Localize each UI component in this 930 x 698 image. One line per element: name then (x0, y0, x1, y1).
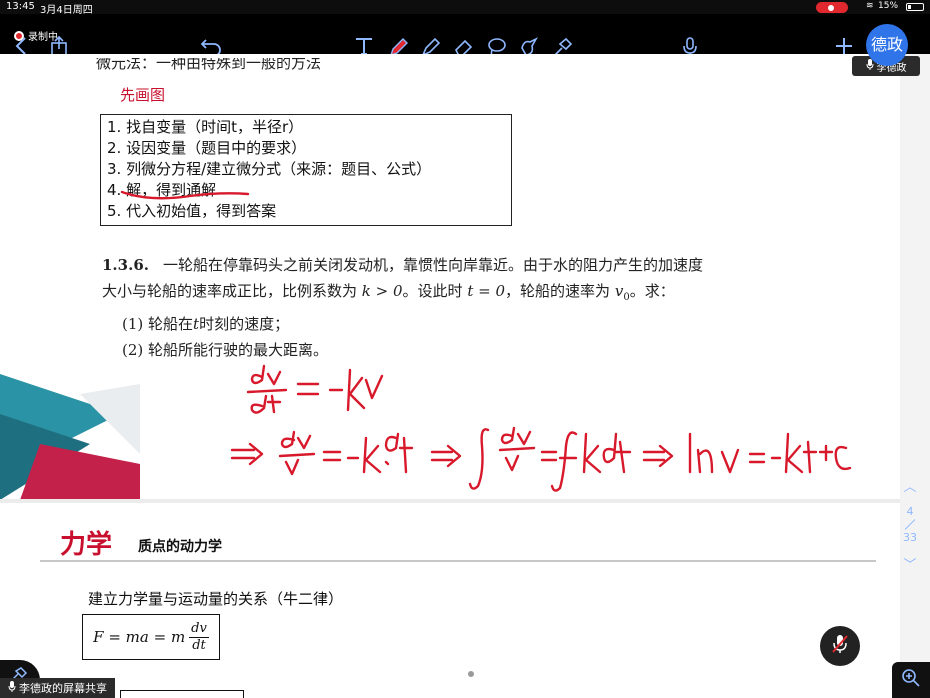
problem-number: 1.3.6. (102, 256, 149, 274)
newton-formula-box: F = ma = m dv dt (82, 614, 220, 660)
annotation-toolbar: 录制中 (0, 14, 930, 57)
total-pages: 33 (903, 531, 917, 544)
problem-line-2: 大小与轮船的速率成正比，比例系数为 k > 0。设此时 t = 0，轮船的速率为… (102, 278, 822, 311)
question-text: (1) 轮船在 (122, 315, 194, 333)
status-bar: 13:45 3月4日周四 ≋ 15% (0, 0, 930, 16)
question-text: 时刻的速度； (199, 315, 290, 333)
section-text: 建立力学量与运动量的关系（牛二律） (88, 590, 344, 608)
wifi-icon: ≋ (866, 1, 874, 11)
scroll-indicator (468, 671, 474, 677)
mic-off-icon (832, 634, 848, 658)
presenter-avatar[interactable]: 德政 (866, 24, 908, 66)
problem-line-1: 1.3.6. 一轮船在停靠码头之前关闭发动机，靠惯性向岸靠近。由于水的阻力产生的加… (102, 252, 822, 278)
problem-text: 。设此时 (402, 282, 463, 300)
formula-fraction: dv dt (189, 621, 209, 654)
t-expression: t = 0 (467, 282, 506, 300)
text-tool-icon[interactable] (354, 36, 374, 56)
add-page-icon[interactable] (834, 36, 854, 56)
section-divider (40, 560, 876, 562)
step-item: 5. 代入初始值，得到答案 (107, 202, 277, 220)
problem-text: 大小与轮船的速率成正比，比例系数为 (102, 282, 358, 300)
share-icon[interactable] (50, 36, 68, 56)
chevron-up-icon[interactable]: ︿ (898, 476, 922, 495)
step-item: 1. 找自变量（时间t，半径r） (107, 118, 304, 136)
mic-small-icon (866, 59, 874, 73)
section-title: 力学 (60, 530, 113, 560)
current-page: 4 (906, 505, 914, 518)
back-icon[interactable] (14, 36, 30, 56)
battery-icon (906, 3, 924, 11)
mute-button[interactable] (820, 626, 860, 666)
formula-numerator: dv (189, 620, 209, 638)
zoom-in-icon (901, 668, 921, 692)
formula-left: F = ma = m (93, 628, 186, 646)
undo-icon[interactable] (200, 36, 222, 56)
method-heading: 微元法：一种由特殊到一般的方法 (96, 54, 322, 72)
step-item: 2. 设因变量（题目中的要求） (107, 139, 307, 157)
section-subtitle: 质点的动力学 (138, 539, 222, 555)
clock: 13:45 (6, 1, 35, 12)
k-expression: k > 0 (361, 282, 403, 300)
chevron-down-icon[interactable]: ﹀ (898, 554, 922, 573)
battery-percent: 15% (878, 1, 899, 11)
problem-text: ，轮船的速率为 (505, 282, 611, 300)
next-formula-box (120, 690, 244, 698)
decorative-triangles (0, 374, 140, 500)
right-gutter (900, 54, 930, 698)
step-item: 4. 解，得到通解 (107, 181, 217, 199)
zoom-button[interactable] (892, 662, 930, 698)
red-note: 先画图 (120, 86, 166, 104)
problem-block: 1.3.6. 一轮船在停靠码头之前关闭发动机，靠惯性向岸靠近。由于水的阻力产生的加… (102, 252, 822, 363)
screen-share-tag: 李德政的屏幕共享 (0, 678, 115, 698)
screen-share-label: 李德政的屏幕共享 (19, 682, 107, 695)
problem-text: 一轮船在停靠码头之前关闭发动机，靠惯性向岸靠近。由于水的阻力产生的加速度 (162, 256, 703, 274)
document-canvas[interactable]: 微元法：一种由特殊到一般的方法 先画图 1. 找自变量（时间t，半径r） 2. … (0, 54, 930, 698)
page-navigator: ︿ 4 33 ﹀ (898, 476, 922, 573)
problem-text: 。求： (629, 282, 675, 300)
screen-record-indicator[interactable] (816, 2, 848, 13)
formula-denominator: dt (192, 637, 206, 653)
step-item: 3. 列微分方程/建立微分式（来源：题目、公式） (107, 160, 432, 178)
page-slash (904, 519, 916, 530)
mic-small-icon (8, 681, 16, 695)
question-1: (1) 轮船在t时刻的速度； (102, 311, 822, 337)
question-2: (2) 轮船所能行驶的最大距离。 (122, 341, 329, 359)
steps-box: 1. 找自变量（时间t，半径r） 2. 设因变量（题目中的要求） 3. 列微分方… (100, 114, 512, 226)
page-4: 微元法：一种由特殊到一般的方法 先画图 1. 找自变量（时间t，半径r） 2. … (0, 54, 900, 501)
